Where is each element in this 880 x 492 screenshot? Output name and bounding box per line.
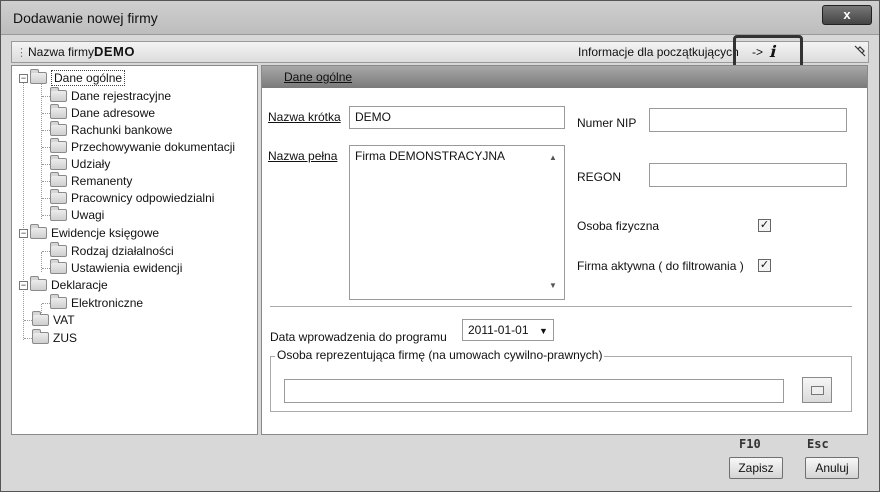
tree-expander-dane-ogolne[interactable]: − [19, 74, 28, 83]
beginner-info-link[interactable]: Informacje dla początkujących [578, 45, 739, 59]
folder-icon [30, 224, 47, 239]
natural-person-label: Osoba fizyczna [577, 219, 660, 233]
folder-icon [50, 259, 67, 274]
tree-item-rodzaj-dzialalnosci[interactable]: Rodzaj działalności [50, 242, 174, 260]
folder-icon [30, 69, 47, 84]
representative-input[interactable] [284, 379, 784, 403]
tree-item-label: Elektroniczne [71, 296, 144, 310]
folder-icon [50, 189, 67, 204]
folder-icon [50, 294, 67, 309]
company-name-label: Nazwa firmy [28, 45, 95, 59]
tree-item-dane-adresowe[interactable]: Dane adresowe [50, 104, 156, 122]
tree-item-remanenty[interactable]: Remanenty [50, 172, 133, 190]
scroll-up-icon[interactable]: ▲ [549, 153, 557, 162]
tree-item-udzialy[interactable]: Udziały [50, 155, 111, 173]
active-company-checkbox[interactable]: ✓ [758, 259, 771, 272]
folder-icon [50, 172, 67, 187]
nip-label: Numer NIP [577, 116, 637, 130]
cancel-shortcut-label: Esc [807, 437, 829, 451]
active-company-label: Firma aktywna ( do filtrowania ) [577, 259, 744, 273]
tree-expander-deklaracje[interactable]: − [19, 281, 28, 290]
natural-person-checkbox[interactable]: ✓ [758, 219, 771, 232]
company-name-value: DEMO [94, 44, 135, 59]
window-title: Dodawanie nowej firmy [13, 10, 158, 26]
pin-icon[interactable] [853, 44, 867, 61]
tree-item-label: Deklaracje [51, 278, 108, 292]
tree-item-przechowywanie-dokumentacji[interactable]: Przechowywanie dokumentacji [50, 138, 236, 156]
regon-input[interactable] [649, 163, 847, 187]
date-value: 2011-01-01 [468, 323, 529, 337]
date-picker[interactable]: 2011-01-01 ▼ [462, 319, 554, 341]
full-name-label: Nazwa pełna [268, 149, 338, 163]
close-button[interactable]: x [822, 5, 872, 25]
short-name-input[interactable]: DEMO [349, 106, 565, 129]
folder-icon [50, 104, 67, 119]
tree-item-label: Pracownicy odpowiedzialni [71, 191, 215, 205]
tree-item-dane-rejestracyjne[interactable]: Dane rejestracyjne [50, 87, 172, 105]
nip-input[interactable] [649, 108, 847, 132]
tree-item-vat[interactable]: VAT [32, 311, 75, 329]
section-header: Dane ogólne [262, 66, 867, 88]
tree-item-deklaracje[interactable]: Deklaracje [30, 276, 108, 294]
folder-icon [30, 276, 47, 291]
button-bar: F10 Zapisz Esc Anuluj [11, 437, 869, 485]
save-button[interactable]: Zapisz [729, 457, 783, 479]
folder-icon [50, 155, 67, 170]
tree-item-uwagi[interactable]: Uwagi [50, 206, 105, 224]
tree-item-pracownicy-odpowiedzialni[interactable]: Pracownicy odpowiedzialni [50, 189, 215, 207]
folder-icon [50, 138, 67, 153]
regon-label: REGON [577, 170, 622, 184]
tree-item-ustawienia-ewidencji[interactable]: Ustawienia ewidencji [50, 259, 183, 277]
tree-item-dane-ogolne[interactable]: Dane ogólne [30, 69, 126, 87]
tree-item-zus[interactable]: ZUS [32, 329, 77, 347]
tree-item-rachunki-bankowe[interactable]: Rachunki bankowe [50, 121, 173, 139]
tree-item-label: Ustawienia ewidencji [71, 261, 183, 275]
dialog-window: Dodawanie nowej firmy x ⋮ Nazwa firmy DE… [0, 0, 880, 492]
tree-item-label: Remanenty [71, 174, 133, 188]
folder-icon [50, 87, 67, 102]
date-label: Data wprowadzenia do programu [270, 330, 447, 344]
save-shortcut-label: F10 [739, 437, 761, 451]
cancel-button[interactable]: Anuluj [805, 457, 859, 479]
tree-item-label: Rachunki bankowe [71, 123, 173, 137]
tree-item-label: Rodzaj działalności [71, 244, 174, 258]
folder-icon [32, 311, 49, 326]
tree-item-elektroniczne[interactable]: Elektroniczne [50, 294, 144, 312]
tree-item-ewidencje-ksiegowe[interactable]: Ewidencje księgowe [30, 224, 160, 242]
browse-button[interactable] [802, 377, 832, 403]
folder-icon [32, 329, 49, 344]
title-bar: Dodawanie nowej firmy x [1, 1, 879, 35]
scroll-down-icon[interactable]: ▼ [549, 281, 557, 290]
representative-legend: Osoba reprezentująca firmę (na umowach c… [275, 348, 605, 362]
tree-item-label: Dane rejestracyjne [71, 89, 172, 103]
short-name-label: Nazwa krótka [268, 110, 341, 124]
tree-item-label: Dane ogólne [51, 70, 126, 86]
folder-icon [50, 242, 67, 257]
tree-item-label: Ewidencje księgowe [51, 226, 160, 240]
tree-item-label: Dane adresowe [71, 106, 156, 120]
content-panel: Dane ogólne Nazwa krótka DEMO Nazwa pełn… [261, 65, 868, 435]
tree-item-label: Udziały [71, 157, 111, 171]
navigation-tree: − Dane ogólne Dane rejestracyjne Dane ad… [11, 65, 258, 435]
folder-icon [50, 121, 67, 136]
section-title: Dane ogólne [284, 70, 353, 84]
chevron-down-icon[interactable]: ▼ [539, 326, 548, 336]
tree-item-label: ZUS [53, 331, 77, 345]
folder-icon [50, 206, 67, 221]
tree-expander-ewidencje[interactable]: − [19, 229, 28, 238]
folder-icon [811, 386, 824, 395]
toolbar-grip-icon[interactable]: ⋮ [16, 46, 27, 59]
tree-item-label: VAT [53, 313, 75, 327]
highlight-frame [733, 35, 803, 69]
tree-item-label: Przechowywanie dokumentacji [71, 140, 236, 154]
full-name-textarea[interactable]: Firma DEMONSTRACYJNA [349, 145, 565, 300]
separator-line [270, 306, 852, 307]
tree-item-label: Uwagi [71, 208, 105, 222]
